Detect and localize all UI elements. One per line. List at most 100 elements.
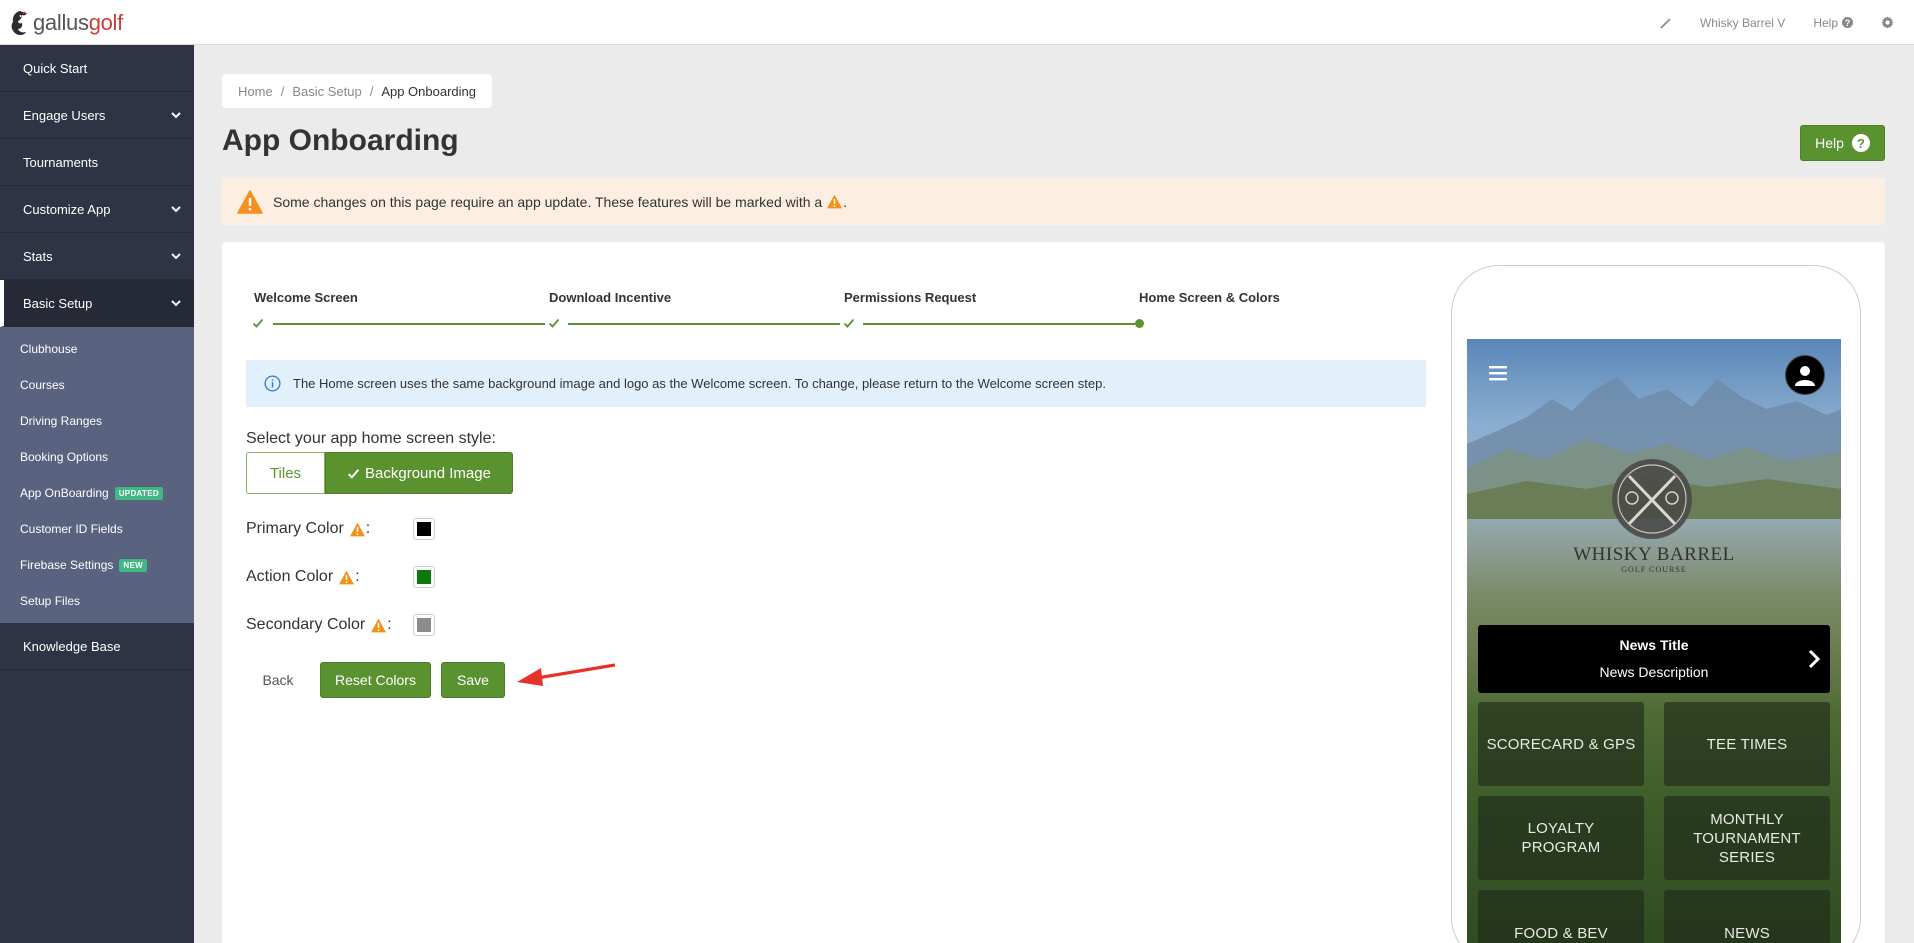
- primary-color-picker[interactable]: [413, 518, 435, 540]
- tile-label: TEE TIMES: [1706, 735, 1788, 753]
- step-connector: [568, 323, 840, 325]
- brand-name: gallusgolf: [33, 10, 123, 35]
- subnav-item-firebase-settings[interactable]: Firebase Settings NEW: [0, 547, 194, 583]
- tile-label-line: MONTHLY: [1710, 810, 1784, 828]
- warning-message: Some changes on this page require an app…: [273, 193, 823, 210]
- warning-triangle-icon: [371, 618, 387, 632]
- subnav-item-customer-id-fields[interactable]: Customer ID Fields: [0, 511, 194, 547]
- tile-monthly-tournament-series[interactable]: MONTHLY TOURNAMENT SERIES: [1664, 796, 1830, 880]
- tile-scorecard-gps[interactable]: SCORECARD & GPS: [1478, 702, 1644, 786]
- home-style-label: Select your app home screen style:: [246, 430, 496, 447]
- tile-tee-times[interactable]: TEE TIMES: [1664, 702, 1830, 786]
- help-circle-icon: ?: [1842, 17, 1853, 28]
- step-connector: [273, 323, 545, 325]
- check-icon: [347, 468, 360, 479]
- account-menu[interactable]: Whisky Barrel V: [1700, 16, 1785, 30]
- save-button[interactable]: Save: [441, 662, 505, 698]
- sidebar-item-stats[interactable]: Stats: [0, 233, 194, 280]
- breadcrumb-basic-setup[interactable]: Basic Setup: [292, 84, 361, 99]
- sidebar-item-engage-users[interactable]: Engage Users: [0, 92, 194, 139]
- step-download-incentive[interactable]: Download Incentive: [549, 290, 671, 305]
- label-colon: :: [387, 616, 392, 633]
- subnav-item-label: Setup Files: [20, 594, 81, 608]
- warning-triangle-icon: [827, 194, 843, 208]
- breadcrumb: Home / Basic Setup / App Onboarding: [222, 74, 492, 108]
- tile-loyalty-program[interactable]: LOYALTY PROGRAM: [1478, 796, 1644, 880]
- sidebar-item-customize-app[interactable]: Customize App: [0, 186, 194, 233]
- help-button[interactable]: Help ?: [1800, 125, 1885, 161]
- label-colon: :: [365, 520, 371, 537]
- sidebar-item-basic-setup[interactable]: Basic Setup: [0, 280, 194, 327]
- sidebar-item-label: Quick Start: [23, 60, 88, 76]
- info-text: The Home screen uses the same background…: [293, 376, 1106, 391]
- action-color-picker[interactable]: [413, 566, 435, 588]
- step-permissions-request[interactable]: Permissions Request: [844, 290, 976, 305]
- breadcrumb-current: App Onboarding: [381, 83, 476, 99]
- user-avatar-icon[interactable]: [1785, 355, 1825, 395]
- check-icon: [252, 318, 264, 328]
- news-description: News Description: [1599, 664, 1709, 680]
- action-color-label: Action Color: [246, 568, 334, 585]
- subnav-item-clubhouse[interactable]: Clubhouse: [0, 331, 194, 367]
- tile-label-line: LOYALTY: [1527, 820, 1595, 837]
- secondary-color-picker[interactable]: [413, 614, 435, 636]
- breadcrumb-home[interactable]: Home: [238, 84, 273, 99]
- step-home-screen-colors[interactable]: Home Screen & Colors: [1139, 290, 1280, 305]
- secondary-color-swatch: [417, 618, 431, 632]
- news-title: News Title: [1619, 637, 1689, 653]
- news-card[interactable]: News Title News Description: [1478, 625, 1830, 693]
- chevron-down-icon: [171, 206, 181, 213]
- sidebar-item-label: Basic Setup: [23, 295, 93, 311]
- breadcrumb-separator: /: [369, 83, 374, 99]
- subnav-item-booking-options[interactable]: Booking Options: [0, 439, 194, 475]
- tile-label-line: TOURNAMENT: [1693, 829, 1801, 847]
- top-help-link[interactable]: Help?: [1813, 16, 1853, 30]
- tile-label: NEWS: [1724, 925, 1770, 942]
- sidebar-item-tournaments[interactable]: Tournaments: [0, 139, 194, 186]
- magic-wand-button[interactable]: [1660, 17, 1672, 29]
- background-image-label: Background Image: [365, 464, 491, 482]
- tile-label-line: SERIES: [1718, 848, 1776, 866]
- subnav-item-courses[interactable]: Courses: [0, 367, 194, 403]
- warning-text: Some changes on this page require an app…: [273, 194, 847, 210]
- subnav-item-driving-ranges[interactable]: Driving Ranges: [0, 403, 194, 439]
- settings-button[interactable]: [1881, 16, 1894, 29]
- tile-news[interactable]: NEWS: [1664, 890, 1830, 943]
- gallus-golf-logo[interactable]: gallusgolf: [8, 8, 123, 38]
- warning-triangle-icon: [349, 522, 365, 536]
- question-circle-icon: ?: [1851, 134, 1870, 152]
- primary-color-swatch: [417, 522, 431, 536]
- current-step-dot: [1135, 319, 1144, 328]
- warning-triangle-icon: [339, 570, 355, 584]
- tiles-option-button[interactable]: Tiles: [246, 452, 325, 494]
- check-icon: [843, 318, 855, 328]
- help-button-label: Help: [1815, 135, 1844, 151]
- subnav-item-setup-files[interactable]: Setup Files: [0, 583, 194, 619]
- action-color-swatch: [417, 570, 431, 584]
- subnav-item-app-onboarding[interactable]: App OnBoarding UPDATED: [0, 475, 194, 511]
- sidebar-item-knowledge-base[interactable]: Knowledge Base: [0, 623, 194, 670]
- sidebar-item-quick-start[interactable]: Quick Start: [0, 45, 194, 92]
- magic-wand-icon: [1660, 17, 1671, 29]
- tile-label-line: PROGRAM: [1521, 839, 1601, 856]
- sidebar-item-label: Stats: [23, 248, 53, 264]
- back-button[interactable]: Back: [246, 662, 310, 698]
- subnav-item-label: Booking Options: [20, 450, 109, 464]
- tile-food-bev[interactable]: FOOD & BEV: [1478, 890, 1644, 943]
- background-image-option-button[interactable]: Background Image: [325, 452, 513, 494]
- reset-colors-button[interactable]: Reset Colors: [320, 662, 431, 698]
- subnav-item-label: Firebase Settings: [20, 558, 114, 572]
- new-badge: NEW: [119, 558, 147, 572]
- top-help-label: Help: [1813, 15, 1838, 30]
- warning-period: .: [843, 193, 847, 210]
- top-right-menu: Whisky Barrel V Help?: [1660, 0, 1894, 45]
- home-style-toggle: Tiles Background Image: [246, 452, 513, 494]
- chevron-down-icon: [171, 253, 181, 260]
- course-name: WHISKY BARREL: [1573, 544, 1735, 565]
- step-welcome-screen[interactable]: Welcome Screen: [254, 290, 358, 305]
- check-icon: [548, 318, 560, 328]
- subnav-item-label: Customer ID Fields: [20, 522, 123, 536]
- gear-icon: [1881, 16, 1894, 29]
- hamburger-menu-icon[interactable]: [1489, 365, 1507, 381]
- secondary-color-label: Secondary Color: [246, 616, 366, 633]
